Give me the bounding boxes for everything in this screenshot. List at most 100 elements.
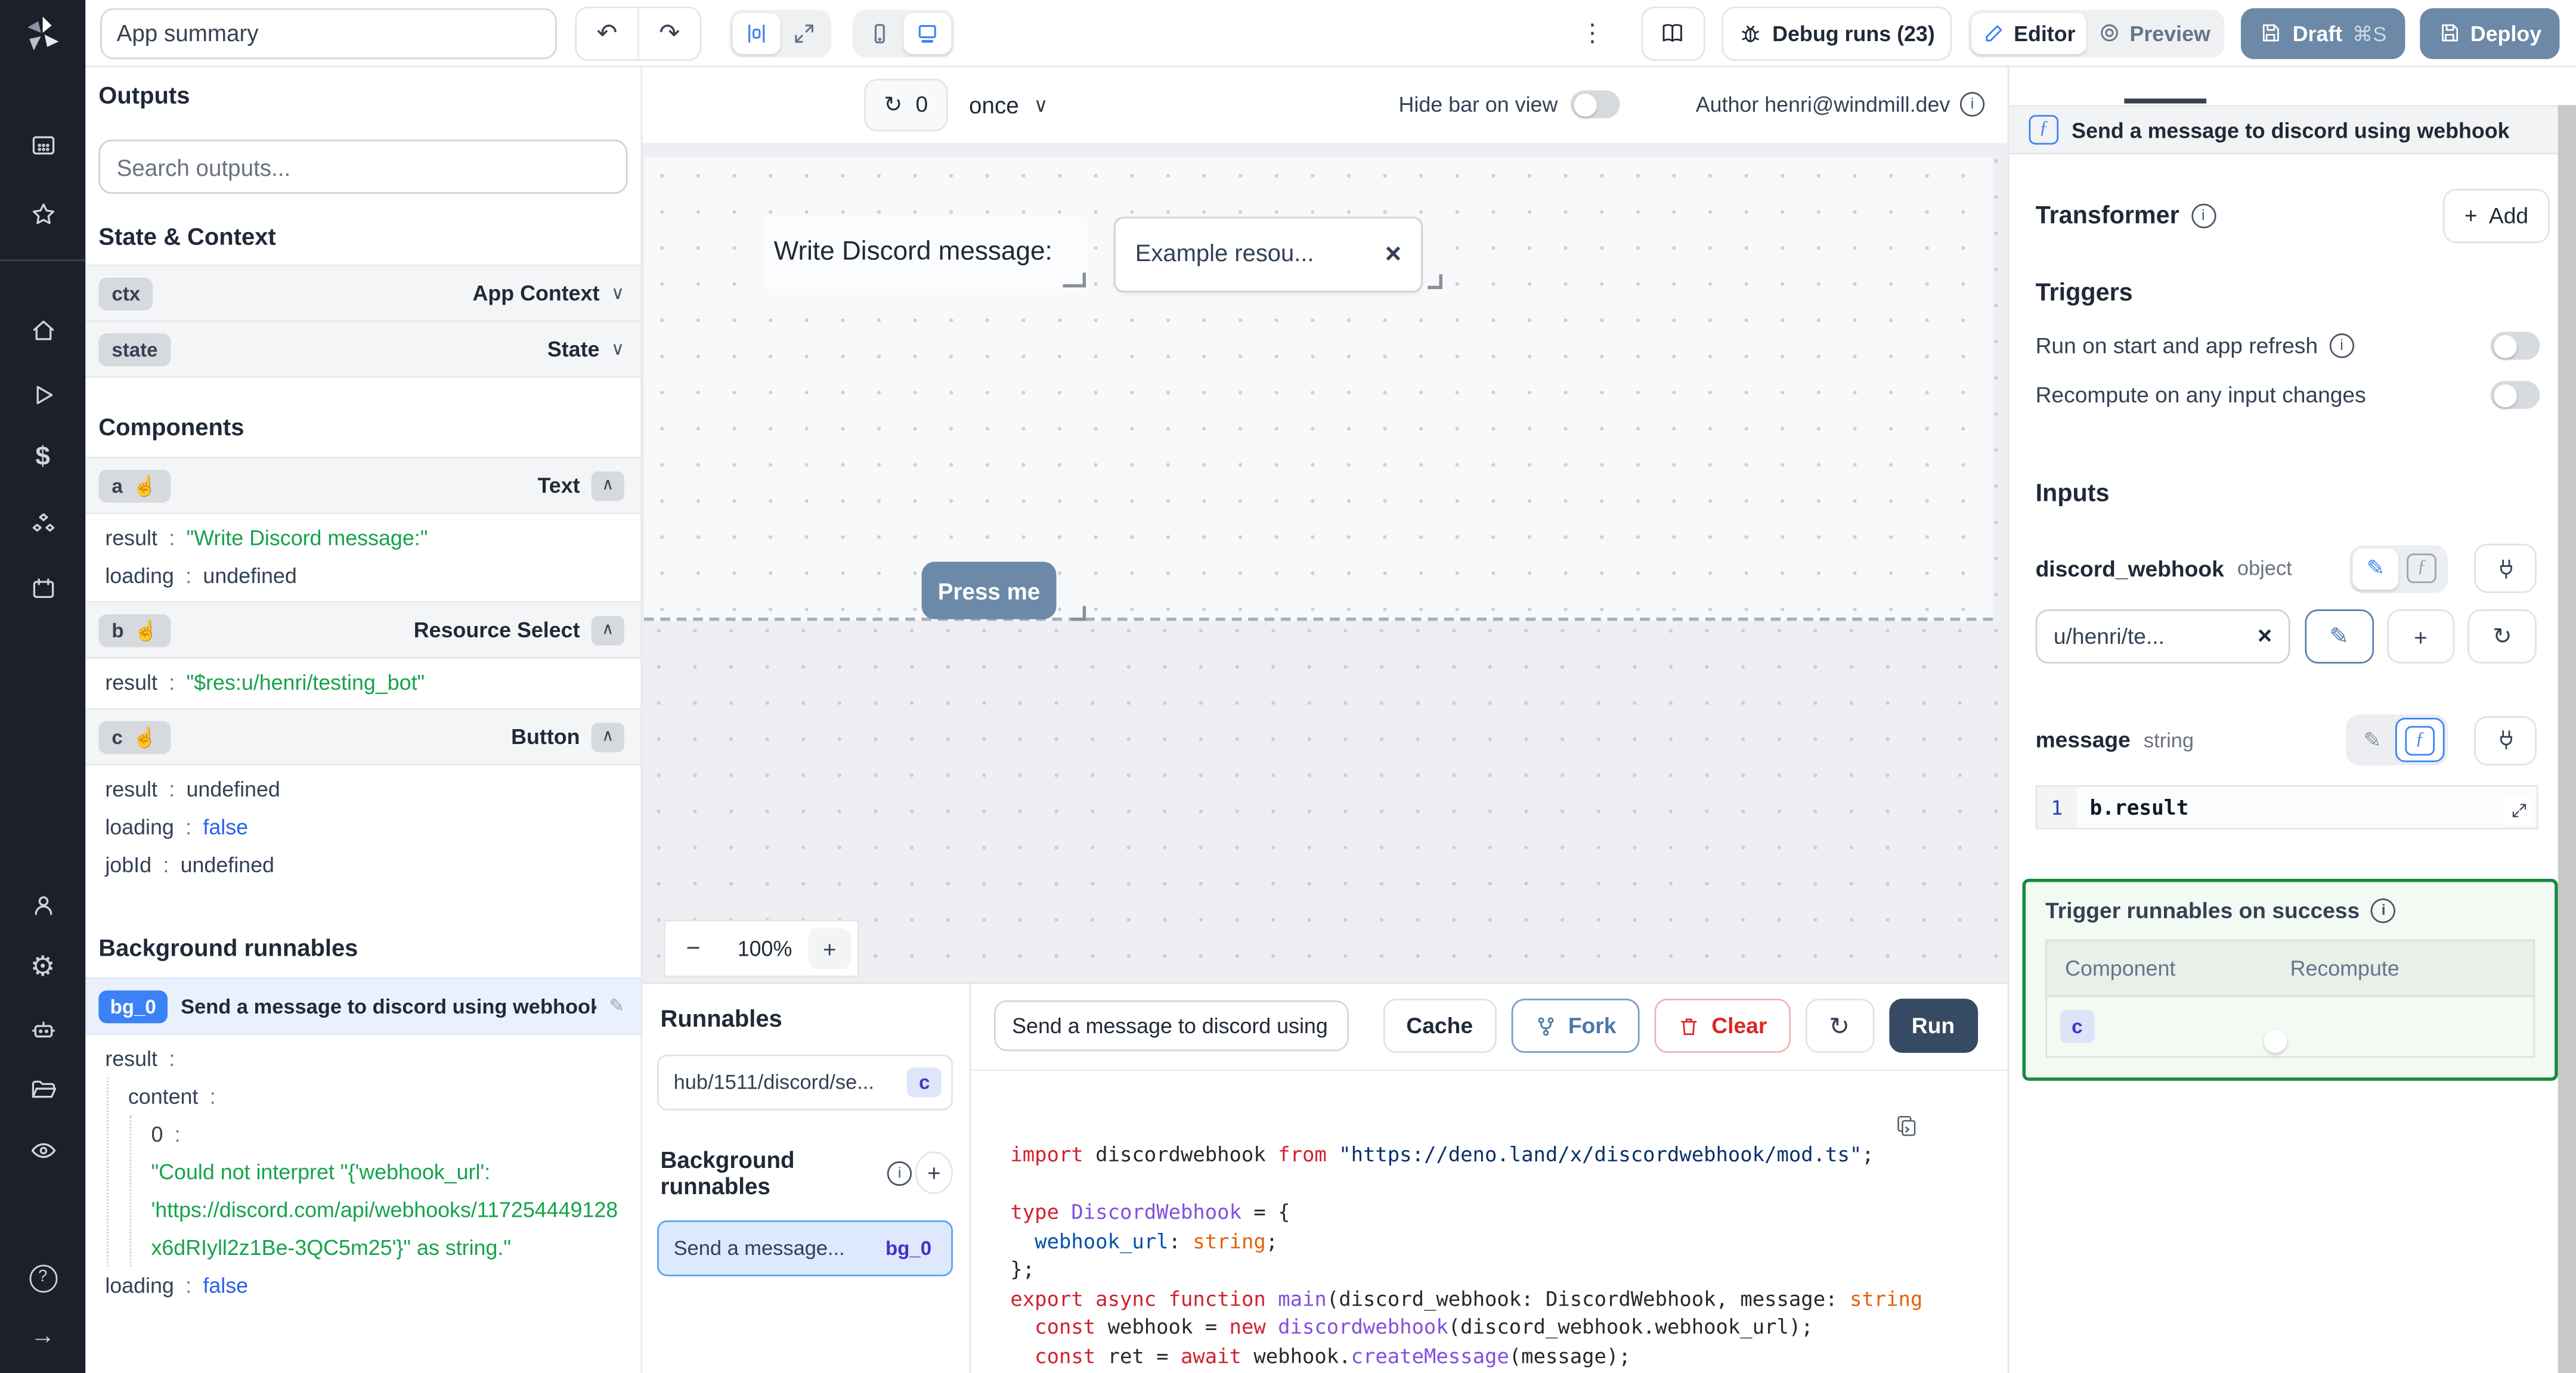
static-mode-pencil-button[interactable]: ✎ [2352,547,2399,589]
folders-icon[interactable] [0,1076,85,1104]
eval-mode-function-button[interactable]: ƒ [2395,717,2445,763]
fullscreen-layout-button[interactable] [781,13,828,54]
info-icon[interactable]: i [887,1160,912,1185]
code-column: Send a message to discord using Cache Fo… [971,984,2008,1373]
bg0-row[interactable]: bg_0 Send a message to discord using web… [85,977,641,1035]
chevron-down-icon[interactable]: ∨ [611,339,624,359]
text-component[interactable]: Write Discord message: [765,216,1088,289]
favorites-star-icon[interactable] [0,200,85,228]
hand-pointer-icon: ☝ [132,473,157,497]
static-mode-pencil-button[interactable]: ✎ [2349,720,2395,761]
audit-eye-icon[interactable] [0,1137,85,1165]
runs-play-icon[interactable] [0,381,85,409]
component-row-a[interactable]: a ☝ Text ∧ [85,456,641,515]
selected-background-runnable[interactable]: Send a message... bg_0 [657,1220,953,1276]
component-row-b[interactable]: b ☝ Resource Select ∧ [85,601,641,659]
draft-button[interactable]: Draft ⌘S [2241,7,2405,58]
clear-x-icon[interactable]: × [1385,238,1421,271]
add-background-runnable-button[interactable]: + [915,1151,953,1194]
inputs-title: Inputs [2035,479,2110,508]
desktop-view-button[interactable] [903,12,952,54]
schedules-calendar-icon[interactable] [0,575,85,603]
code-header: Send a message to discord using Cache Fo… [993,999,1995,1053]
fork-button[interactable]: Fork [1510,999,1640,1053]
prop-key: loading [105,1273,174,1298]
runnables-title: Runnables [660,1006,782,1033]
clear-x-icon[interactable]: × [2258,622,2272,650]
help-question-icon[interactable]: ? [0,1264,85,1293]
search-outputs-input[interactable]: Search outputs... [98,140,628,194]
deploy-button[interactable]: Deploy [2419,7,2560,58]
eval-mode-function-button[interactable]: ƒ [2398,548,2444,589]
resize-handle[interactable] [1071,606,1086,621]
canvas-body[interactable]: Write Discord message: Example resou... … [640,142,2008,983]
resource-picker[interactable]: u/henri/te... × [2035,609,2290,664]
bottom-panel: Runnables hub/1511/discord/se... c Backg… [640,982,2008,1373]
connect-plug-button[interactable] [2474,715,2537,765]
hide-bar-toggle[interactable] [1571,90,1621,119]
preview-eye-icon [2101,24,2119,42]
prop-key: result [105,777,157,802]
resize-handle[interactable] [1063,272,1086,288]
resize-handle[interactable] [1428,274,1442,289]
redo-button[interactable]: ↷ [637,7,700,58]
edit-resource-button[interactable]: ✎ [2305,609,2374,664]
bug-icon [1741,24,1759,42]
code-editor[interactable]: import discordwebhook from "https://deno… [971,1069,2008,1373]
triggers-title: Triggers [2035,279,2133,308]
recompute-any-input-toggle[interactable] [2490,381,2540,410]
right-panel-scrollbar[interactable] [2558,105,2576,1373]
app-page-area[interactable]: Write Discord message: Example resou... … [643,157,1993,621]
windmill-logo-icon[interactable] [21,13,64,56]
more-menu-icon[interactable]: ⋮ [1580,18,1605,48]
message-expression-input[interactable]: 1 b.result [2035,785,2538,830]
copy-code-icon[interactable] [1894,1114,1919,1138]
refresh-resource-button[interactable]: ↻ [2468,609,2537,664]
reload-script-button[interactable]: ↻ [1804,999,1874,1053]
run-on-start-toggle[interactable] [2490,331,2540,360]
apps-grid-icon[interactable] [0,131,85,159]
info-icon[interactable]: i [2191,203,2216,228]
tab-preview[interactable]: Preview [2087,13,2222,54]
state-row[interactable]: state State ∨ [85,320,641,378]
add-transformer-button[interactable]: + Add [2443,188,2550,243]
debug-runs-button[interactable]: Debug runs (23) [1721,5,1952,60]
expand-rail-arrow-icon[interactable]: → [0,1323,85,1350]
resources-cubes-icon[interactable] [0,511,85,539]
cache-button[interactable]: Cache [1383,999,1496,1053]
info-icon[interactable]: i [2371,898,2396,923]
tab-editor[interactable]: Editor [1971,12,2087,54]
resource-select-component[interactable]: Example resou... × [1113,216,1442,293]
zoom-in-button[interactable]: + [808,928,852,969]
add-resource-button[interactable]: + [2386,609,2455,664]
app-summary-input[interactable] [100,7,557,58]
pencil-icon[interactable]: ✎ [609,996,624,1016]
chevron-down-icon[interactable]: ∨ [611,283,624,304]
variables-dollar-icon[interactable]: $ [0,444,85,472]
expand-editor-icon[interactable] [2503,795,2534,825]
press-me-button-component[interactable]: Press me [921,562,1057,619]
settings-gear-icon[interactable]: ⚙ [0,953,85,981]
clear-button[interactable]: Clear [1654,999,1790,1053]
home-icon[interactable] [0,317,85,345]
refresh-count-button[interactable]: ↻ 0 [864,78,948,131]
component-row-c[interactable]: c ☝ Button ∧ [85,708,641,765]
info-icon[interactable]: i [2329,333,2354,358]
script-name-input[interactable]: Send a message to discord using [993,1000,1349,1052]
chevron-up-icon[interactable]: ∧ [591,470,624,500]
run-button[interactable]: Run [1888,999,1978,1053]
bounded-layout-button[interactable] [732,12,781,54]
workers-robot-icon[interactable] [0,1016,85,1045]
undo-button[interactable]: ↶ [577,7,637,58]
mobile-view-button[interactable] [856,13,903,54]
docs-book-button[interactable] [1640,5,1705,60]
user-icon[interactable] [0,892,85,920]
connect-plug-button[interactable] [2474,543,2537,593]
chevron-up-icon[interactable]: ∧ [591,721,624,752]
zoom-out-button[interactable]: − [665,935,722,963]
info-icon[interactable]: i [1959,92,1985,117]
chevron-up-icon[interactable]: ∧ [591,615,624,645]
frequency-select[interactable]: once ∨ [969,91,1048,117]
ctx-row[interactable]: ctx App Context ∨ [85,264,641,322]
runnable-item[interactable]: hub/1511/discord/se... c [657,1054,953,1111]
